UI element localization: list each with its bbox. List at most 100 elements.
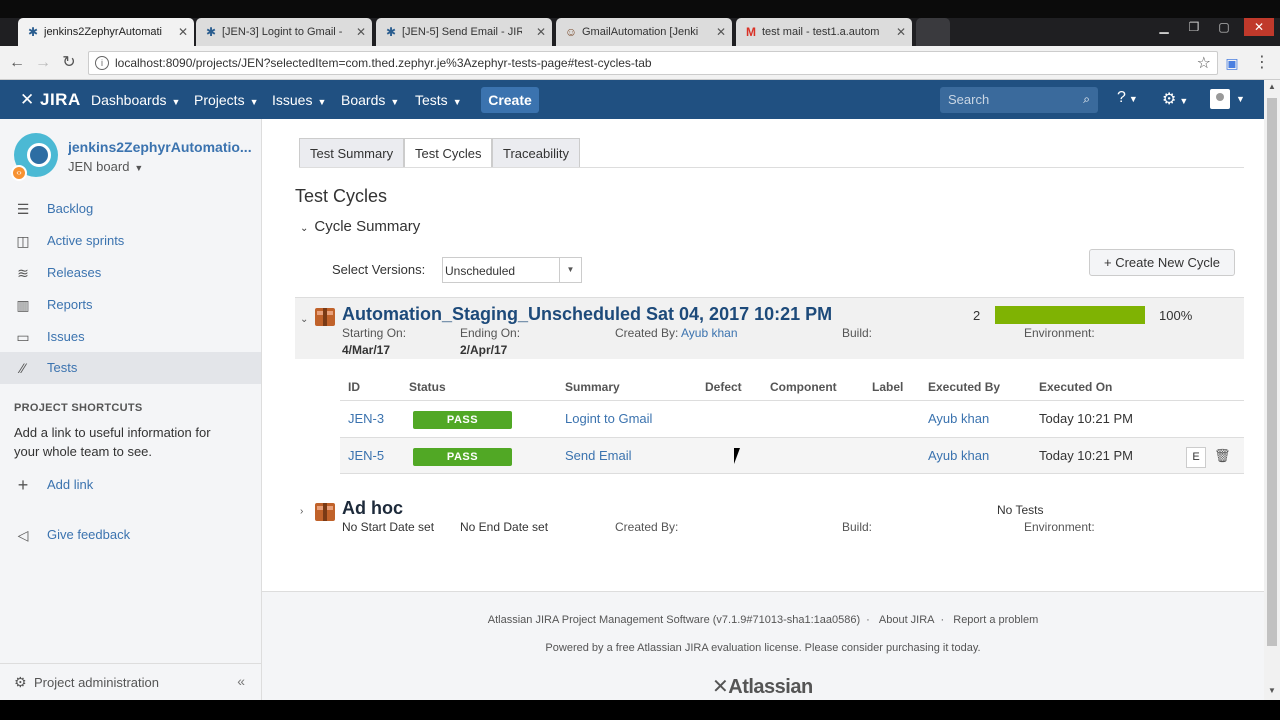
cycle-summary-toggle[interactable]: ⌄ Cycle Summary [300, 218, 420, 235]
new-tab-button[interactable] [916, 18, 950, 46]
browser-tab-1[interactable]: ✱ jenkins2ZephyrAutomati ✕ [18, 18, 194, 46]
create-new-cycle-button[interactable]: + Create New Cycle [1089, 249, 1235, 276]
summary-link[interactable]: Send Email [565, 448, 631, 463]
close-icon[interactable]: ✕ [356, 18, 366, 46]
menu-kebab-icon[interactable]: ⋮ [1252, 53, 1272, 73]
minimize-icon[interactable]: ▁ [1152, 18, 1176, 36]
jira-icon: ✱ [385, 25, 397, 39]
add-link-button[interactable]: + Add link [0, 469, 261, 501]
cycle-header[interactable]: ⌄ Automation_Staging_Unscheduled Sat 04,… [295, 297, 1244, 359]
select-versions-label: Select Versions: [332, 262, 426, 277]
maximize-icon[interactable]: ▢ [1212, 18, 1236, 36]
footer-software-link[interactable]: Atlassian JIRA Project Management Softwa… [488, 614, 860, 626]
browser-tab-3[interactable]: ✱ [JEN-5] Send Email - JIRA ✕ [376, 18, 552, 46]
restore-icon[interactable]: ❐ [1182, 18, 1206, 36]
search-icon: ⌕ [1083, 92, 1090, 106]
executed-by-link[interactable]: Ayub khan [928, 448, 989, 463]
project-administration[interactable]: ⚙ Project administration « [0, 663, 261, 700]
summary-link[interactable]: Logint to Gmail [565, 411, 652, 426]
start-date: No Start Date set [342, 520, 435, 534]
close-icon[interactable]: ✕ [536, 18, 546, 46]
page-title: Test Cycles [295, 186, 388, 206]
atlassian-logo[interactable]: ✕Atlassian [712, 674, 813, 699]
browser-tab-5[interactable]: M test mail - test1.a.autom ✕ [736, 18, 912, 46]
collapse-sidebar-icon[interactable]: « [237, 673, 245, 689]
tests-icon: ⁄⁄ [20, 360, 26, 376]
report-problem-link[interactable]: Report a problem [953, 614, 1038, 626]
scroll-down-icon[interactable]: ▼ [1264, 686, 1280, 695]
close-icon[interactable]: ✕ [178, 18, 188, 46]
execution-count: 2 [973, 308, 981, 323]
version-select[interactable]: Unscheduled ▼ [442, 257, 582, 283]
nav-projects[interactable]: Projects ▼ [194, 92, 259, 108]
issues-icon: ▭ [16, 329, 30, 345]
executed-by-link[interactable]: Ayub khan [928, 411, 989, 426]
cycle-name[interactable]: Ad hoc [342, 498, 403, 519]
nav-issues[interactable]: Issues ▼ [272, 92, 326, 108]
user-avatar[interactable] [1210, 89, 1230, 109]
ending-label: Ending On: [460, 326, 521, 340]
progress-percent: 100% [1159, 308, 1193, 323]
search-input[interactable]: Search ⌕ [940, 87, 1098, 113]
scroll-up-icon[interactable]: ▲ [1264, 82, 1280, 91]
close-icon[interactable]: ✕ [896, 18, 906, 46]
sidebar-item-active-sprints[interactable]: ◫ Active sprints [0, 225, 261, 257]
chevron-down-icon[interactable]: ▼ [1236, 94, 1245, 104]
close-icon[interactable]: ✕ [716, 18, 726, 46]
issue-id-link[interactable]: JEN-3 [348, 411, 384, 426]
atlassian-logo-icon: ✕ [712, 676, 729, 698]
gear-icon[interactable]: ⚙ ▼ [1162, 89, 1188, 109]
scroll-thumb[interactable] [1267, 98, 1277, 646]
table-row[interactable]: JEN-3 PASS Logint to Gmail Ayub khan Tod… [340, 400, 1244, 437]
starting-value: 4/Mar/17 [342, 343, 391, 357]
table-row[interactable]: JEN-5 PASS Send Email Ayub khan Today 10… [340, 437, 1244, 474]
browser-tab-2[interactable]: ✱ [JEN-3] Logint to Gmail - ✕ [196, 18, 372, 46]
footer: Atlassian JIRA Project Management Softwa… [262, 591, 1264, 700]
cycle-name[interactable]: Automation_Staging_Unscheduled Sat 04, 2… [342, 304, 832, 325]
issue-id-link[interactable]: JEN-5 [348, 448, 384, 463]
executed-on: Today 10:21 PM [1039, 411, 1133, 426]
status-badge[interactable]: PASS [413, 448, 512, 466]
tab-test-summary[interactable]: Test Summary [299, 138, 405, 168]
nav-boards[interactable]: Boards ▼ [341, 92, 399, 108]
adhoc-cycle-header[interactable]: › Ad hoc No Start Date set No End Date s… [295, 495, 1244, 540]
jira-header: ✕ JIRA Dashboards ▼ Projects ▼ Issues ▼ Boa… [0, 80, 1264, 119]
window-close-icon[interactable]: ✕ [1244, 18, 1274, 36]
back-arrow-icon[interactable]: ← [7, 53, 27, 73]
info-icon[interactable]: i [95, 56, 109, 70]
sidebar-item-backlog[interactable]: ☰ Backlog [0, 193, 261, 225]
nav-tests[interactable]: Tests ▼ [415, 92, 462, 108]
forward-arrow-icon[interactable]: → [33, 53, 53, 73]
help-icon[interactable]: ? ▼ [1117, 89, 1138, 107]
column-header: Status [409, 380, 446, 394]
vertical-scrollbar[interactable]: ▲ ▼ [1264, 80, 1280, 700]
give-feedback-button[interactable]: ◁ Give feedback [0, 519, 261, 551]
chevron-down-icon[interactable]: ⌄ [300, 314, 308, 325]
execute-button[interactable]: E [1186, 447, 1206, 468]
project-name[interactable]: jenkins2ZephyrAutomatio... [68, 139, 253, 155]
tab-divider [299, 167, 1244, 168]
board-selector[interactable]: JEN board ▼ [68, 159, 143, 174]
tab-test-cycles[interactable]: Test Cycles [404, 138, 493, 168]
gear-icon: ⚙ [14, 674, 27, 690]
chevron-down-icon: ▼ [134, 163, 144, 173]
jira-logo[interactable]: ✕ JIRA [20, 90, 81, 110]
sidebar-item-issues[interactable]: ▭ Issues [0, 321, 261, 353]
nav-dashboards[interactable]: Dashboards ▼ [91, 92, 180, 108]
created-by-link[interactable]: Ayub khan [681, 326, 738, 340]
chevron-right-icon[interactable]: › [300, 506, 303, 517]
url-field[interactable]: i localhost:8090/projects/JEN?selectedIt… [88, 51, 1218, 75]
build-label: Build: [842, 520, 873, 534]
about-jira-link[interactable]: About JIRA [879, 614, 935, 626]
tab-traceability[interactable]: Traceability [492, 138, 580, 168]
bookmark-star-icon[interactable]: ☆ [1197, 53, 1211, 73]
translate-icon[interactable]: ▣ [1222, 53, 1242, 73]
sidebar-item-releases[interactable]: ≋ Releases [0, 257, 261, 289]
reload-icon[interactable]: ↻ [59, 53, 79, 73]
status-badge[interactable]: PASS [413, 411, 512, 429]
sidebar-item-reports[interactable]: ▥ Reports [0, 289, 261, 321]
sidebar-item-tests[interactable]: ⁄⁄ Tests [0, 352, 261, 384]
browser-tab-4[interactable]: ☺ GmailAutomation [Jenki ✕ [556, 18, 732, 46]
create-button[interactable]: Create [481, 87, 539, 113]
trash-icon[interactable]: 🗑 [1214, 448, 1231, 464]
